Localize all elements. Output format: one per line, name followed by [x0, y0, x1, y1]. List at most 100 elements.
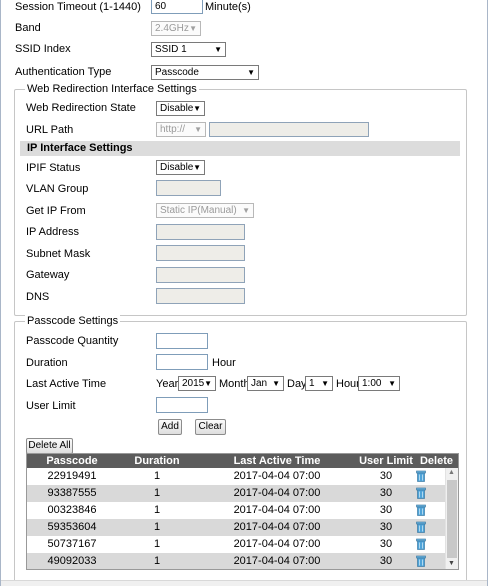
trash-icon[interactable]	[416, 521, 426, 533]
ssid-index-value: SSID 1	[155, 44, 187, 55]
get-ip-from-select[interactable]: Static IP(Manual) ▼	[156, 203, 254, 218]
table-row: 00323846 1 2017-04-04 07:00 30	[27, 502, 445, 519]
cell-passcode: 00323846	[47, 504, 97, 516]
cell-duration: 1	[153, 504, 161, 516]
delete-all-button[interactable]: Delete All	[26, 438, 73, 454]
col-header-user-limit: User Limit	[359, 455, 413, 467]
table-row: 22919491 1 2017-04-04 07:00 30	[27, 468, 445, 485]
trash-icon[interactable]	[416, 555, 426, 567]
day-value: 1	[309, 378, 315, 389]
vlan-group-input[interactable]	[156, 180, 221, 196]
cell-last-active-time: 2017-04-04 07:00	[233, 555, 321, 567]
trash-icon[interactable]	[416, 487, 426, 499]
trash-icon[interactable]	[416, 538, 426, 550]
chevron-down-icon: ▼	[321, 379, 329, 388]
arrow-up-icon[interactable]: ▲	[448, 469, 455, 476]
url-scheme-select[interactable]: http:// ▼	[156, 122, 206, 137]
ssid-index-label: SSID Index	[15, 43, 71, 55]
trash-icon[interactable]	[416, 504, 426, 516]
year-select[interactable]: 2015 ▼	[178, 376, 216, 391]
cell-user-limit: 30	[379, 470, 393, 482]
chevron-down-icon: ▼	[193, 163, 201, 172]
table-row: 59353604 1 2017-04-04 07:00 30	[27, 519, 445, 536]
band-label: Band	[15, 22, 41, 34]
duration-input[interactable]	[156, 354, 208, 370]
chevron-down-icon: ▼	[193, 104, 201, 113]
day-select[interactable]: 1 ▼	[305, 376, 333, 391]
web-redirection-legend: Web Redirection Interface Settings	[25, 83, 199, 95]
cell-last-active-time: 2017-04-04 07:00	[233, 538, 321, 550]
col-header-duration: Duration	[134, 455, 180, 467]
cell-duration: 1	[153, 555, 161, 567]
clear-button[interactable]: Clear	[195, 419, 226, 435]
user-limit-input[interactable]	[156, 397, 208, 413]
auth-type-label: Authentication Type	[15, 66, 112, 78]
add-button[interactable]: Add	[158, 419, 182, 435]
auth-type-value: Passcode	[155, 67, 199, 78]
ssid-index-select[interactable]: SSID 1 ▼	[151, 42, 226, 57]
gateway-label: Gateway	[26, 269, 70, 281]
cell-last-active-time: 2017-04-04 07:00	[233, 504, 321, 516]
chevron-down-icon: ▼	[204, 379, 212, 388]
session-timeout-unit: Minute(s)	[205, 1, 251, 13]
gateway-input[interactable]	[156, 267, 245, 283]
band-select[interactable]: 2.4GHz ▼	[151, 21, 201, 36]
table-row: 49092033 1 2017-04-04 07:00 30	[27, 553, 445, 569]
cell-duration: 1	[153, 538, 161, 550]
passcode-quantity-input[interactable]	[156, 333, 208, 349]
subnet-mask-input[interactable]	[156, 245, 245, 261]
ip-address-label: IP Address	[26, 226, 79, 238]
last-active-time-label: Last Active Time	[26, 378, 107, 390]
table-scrollbar[interactable]: ▲ ▼	[445, 468, 458, 569]
ip-interface-header: IP Interface Settings	[20, 141, 460, 156]
passcode-table-header: Passcode Duration Last Active Time User …	[27, 454, 458, 468]
ipif-status-select[interactable]: Disable ▼	[156, 160, 205, 175]
cell-last-active-time: 2017-04-04 07:00	[233, 470, 321, 482]
band-value: 2.4GHz	[155, 23, 189, 34]
cell-last-active-time: 2017-04-04 07:00	[233, 487, 321, 499]
ipif-status-label: IPIF Status	[26, 162, 81, 174]
scrollbar-thumb[interactable]	[447, 480, 457, 558]
cell-last-active-time: 2017-04-04 07:00	[233, 521, 321, 533]
web-redirection-state-select[interactable]: Disable ▼	[156, 101, 205, 116]
duration-label: Duration	[26, 357, 68, 369]
dns-label: DNS	[26, 291, 50, 303]
subnet-mask-label: Subnet Mask	[26, 248, 91, 260]
chevron-down-icon: ▼	[388, 379, 396, 388]
year-value: 2015	[182, 378, 205, 389]
auth-type-select[interactable]: Passcode ▼	[151, 65, 259, 80]
captive-portal-settings: Session Timeout (1-1440) 60 Minute(s) Ba…	[0, 0, 488, 586]
chevron-down-icon: ▼	[194, 125, 202, 134]
table-row: 50737167 1 2017-04-04 07:00 30	[27, 536, 445, 553]
cell-user-limit: 30	[379, 538, 393, 550]
session-timeout-input[interactable]: 60	[151, 0, 203, 14]
ipif-status-value: Disable	[160, 162, 194, 173]
cell-passcode: 22919491	[47, 470, 97, 482]
hour-select[interactable]: 1:00 ▼	[358, 376, 400, 391]
passcode-quantity-label: Passcode Quantity	[26, 335, 119, 347]
get-ip-from-label: Get IP From	[26, 205, 86, 217]
cell-user-limit: 30	[379, 487, 393, 499]
passcode-table: Passcode Duration Last Active Time User …	[26, 453, 459, 570]
cell-user-limit: 30	[379, 555, 393, 567]
dns-input[interactable]	[156, 288, 245, 304]
url-scheme-value: http://	[160, 124, 186, 135]
cell-passcode: 93387555	[47, 487, 97, 499]
chevron-down-icon: ▼	[189, 24, 197, 33]
chevron-down-icon: ▼	[247, 68, 255, 77]
ip-address-input[interactable]	[156, 224, 245, 240]
url-path-input[interactable]	[209, 122, 369, 137]
cell-passcode: 50737167	[47, 538, 97, 550]
year-label: Year	[156, 378, 179, 390]
page-scrollbar[interactable]	[1, 580, 487, 586]
cell-duration: 1	[153, 487, 161, 499]
trash-icon[interactable]	[416, 470, 426, 482]
web-redirection-state-label: Web Redirection State	[26, 102, 136, 114]
chevron-down-icon: ▼	[214, 45, 222, 54]
col-header-passcode: Passcode	[46, 455, 98, 467]
duration-unit: Hour	[212, 357, 236, 369]
arrow-down-icon[interactable]: ▼	[448, 560, 455, 567]
day-label: Day	[287, 378, 307, 390]
month-select[interactable]: Jan ▼	[247, 376, 284, 391]
col-header-last-active-time: Last Active Time	[233, 455, 321, 467]
